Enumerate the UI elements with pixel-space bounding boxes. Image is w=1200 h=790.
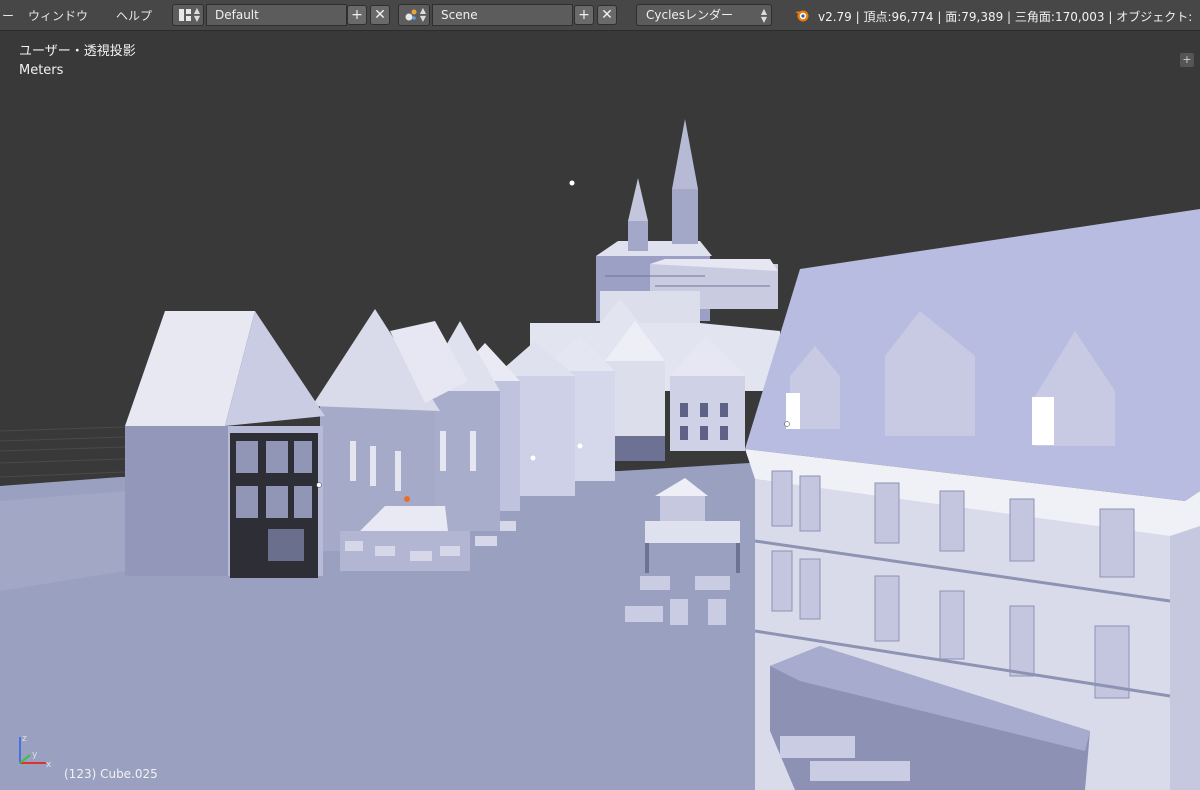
- units-label: Meters: [19, 63, 64, 78]
- plus-icon: +: [351, 7, 363, 23]
- render-engine-select[interactable]: Cyclesレンダー ▲ ▼: [636, 4, 772, 26]
- scene-icon: [405, 9, 417, 21]
- render-engine-label: Cyclesレンダー: [646, 8, 734, 22]
- axis-z-label: z: [22, 734, 27, 744]
- close-icon: ✕: [374, 7, 386, 23]
- updown-arrows-icon: ▲ ▼: [419, 6, 426, 23]
- delete-layout-button[interactable]: ✕: [370, 5, 390, 25]
- blender-window: ー ウィンドウ ヘルプ ▲ ▼ Default + ✕ ▲ ▼ Scene + ✕: [0, 0, 1200, 790]
- menu-item-truncated[interactable]: ー: [2, 7, 14, 24]
- viewport-properties-toggle[interactable]: +: [1180, 53, 1194, 67]
- scene-menu-button[interactable]: ▲ ▼: [398, 4, 430, 26]
- blender-logo-icon: [795, 10, 809, 22]
- view-name-label: ユーザー・透視投影: [19, 44, 136, 59]
- add-scene-button[interactable]: +: [574, 5, 594, 25]
- floor-grid: [0, 426, 126, 478]
- axis-y-label: y: [32, 750, 38, 760]
- 3d-viewport[interactable]: ユーザー・透視投影 Meters + z y x (123) Cube.025: [0, 31, 1200, 790]
- close-icon: ✕: [601, 7, 613, 23]
- delete-scene-button[interactable]: ✕: [597, 5, 617, 25]
- selected-object-label: (123) Cube.025: [64, 767, 158, 781]
- menu-window[interactable]: ウィンドウ: [28, 7, 88, 24]
- screen-layout-field[interactable]: Default: [206, 4, 347, 26]
- axis-x-label: x: [46, 760, 52, 770]
- axis-gizmo: z y x: [19, 734, 52, 770]
- screen-layout-menu-button[interactable]: ▲ ▼: [172, 4, 204, 26]
- plus-icon: +: [578, 7, 590, 23]
- scene-render: [0, 119, 1200, 790]
- scene-statistics: v2.79 | 頂点:96,774 | 面:79,389 | 三角面:170,0…: [818, 10, 1193, 24]
- castle: [596, 119, 778, 331]
- info-header: ー ウィンドウ ヘルプ ▲ ▼ Default + ✕ ▲ ▼ Scene + ✕: [0, 0, 1200, 31]
- plus-icon: +: [1182, 53, 1192, 66]
- updown-arrows-icon: ▲ ▼: [760, 7, 767, 24]
- updown-arrows-icon: ▲ ▼: [193, 6, 200, 23]
- add-layout-button[interactable]: +: [347, 5, 367, 25]
- right-foreground-building: [745, 209, 1200, 790]
- menu-help[interactable]: ヘルプ: [116, 7, 152, 24]
- layout-icon: [179, 9, 191, 21]
- scene-name-field[interactable]: Scene: [432, 4, 573, 26]
